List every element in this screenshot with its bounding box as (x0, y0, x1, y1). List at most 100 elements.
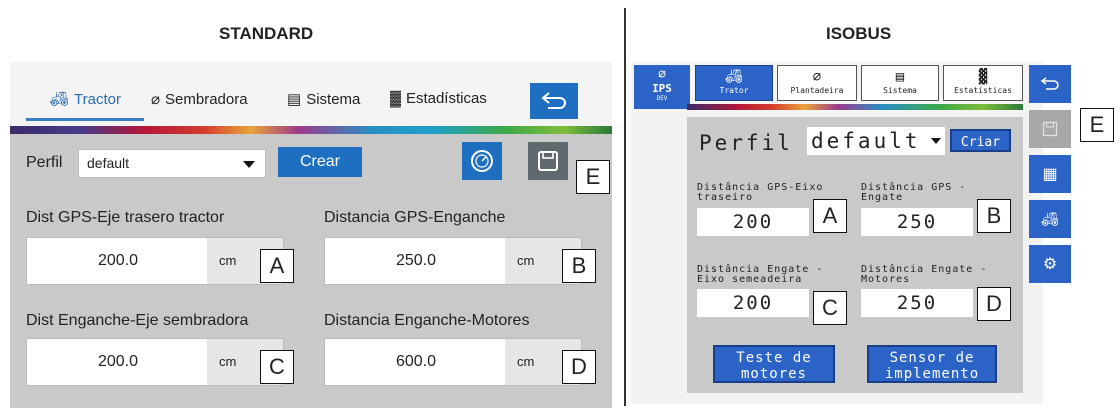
back-button[interactable] (1029, 65, 1071, 103)
button-line: Sensor de (889, 350, 975, 366)
tab-label: Sistema (306, 90, 361, 108)
teste-motores-button[interactable]: Teste de motores (713, 345, 835, 383)
perfil-value: default (811, 129, 921, 153)
gauge-icon (471, 150, 493, 172)
isobus-tab-bar: ⌀ IPS DEV 🚜︎ Trator ⌀ Plantadeira ▤ Sist… (631, 62, 1043, 112)
field-label-line: Motores (861, 274, 911, 285)
back-button[interactable] (530, 83, 578, 119)
tab-label: Sistema (883, 86, 917, 95)
tab-sembradora[interactable]: ⌀ Sembradora (151, 90, 248, 109)
color-stripe (687, 104, 1023, 110)
back-arrow-icon (1040, 77, 1059, 90)
callout-d: D (977, 287, 1011, 321)
iso-tab-sistema[interactable]: ▤ Sistema (861, 65, 939, 101)
perfil-label: Perfil (26, 154, 63, 171)
statistics-icon: ▓ (978, 69, 988, 85)
field-label-line: traseiro (697, 192, 754, 203)
distancia-gps-enganche-field[interactable]: 250.0 cm (324, 237, 582, 285)
perfil-select[interactable]: default (807, 127, 945, 155)
calculator-icon: ▦ (1042, 166, 1058, 183)
tab-estadisticas[interactable]: ▓ Estadísticas (390, 90, 487, 107)
sensor-implemento-button[interactable]: Sensor de implemento (867, 345, 997, 383)
save-button[interactable] (1029, 110, 1071, 148)
tab-label: Estatísticas (954, 86, 1012, 95)
perfil-label: Perfil (699, 131, 793, 155)
chevron-down-icon (931, 138, 941, 144)
standard-tab-bar: 🚜︎ Tractor ⌀ Sembradora ▤ Sistema ▓ Esta… (10, 62, 612, 126)
isobus-panel: ⌀ IPS DEV 🚜︎ Trator ⌀ Plantadeira ▤ Sist… (631, 62, 1071, 404)
section-divider (624, 8, 626, 406)
tab-tractor[interactable]: 🚜︎ Tractor (50, 90, 121, 109)
callout-d: D (562, 350, 596, 384)
chevron-down-icon (243, 161, 255, 168)
field-label: Dist Enganche-Eje sembradora (26, 312, 249, 329)
distancia-gps-engate-field[interactable]: 250 (861, 208, 973, 236)
tab-label: Plantadeira (790, 86, 844, 95)
tab-label: Trator (719, 86, 749, 95)
gauge-button[interactable] (462, 142, 502, 180)
field-label: Distancia Enganche-Motores (324, 312, 530, 329)
field-label: Distância Engate - Motores (861, 265, 987, 285)
iso-tab-plantadeira[interactable]: ⌀ Plantadeira (777, 65, 857, 101)
planter-icon: ⌀ (658, 67, 666, 82)
standard-form: Perfil default Crear E Dist GPS-Eje tras… (10, 134, 612, 408)
button-line: implemento (884, 366, 980, 382)
distancia-gps-eixo-field[interactable]: 200 (697, 208, 809, 236)
field-label: Distância GPS-Eixo traseiro (697, 183, 823, 203)
iso-tab-trator[interactable]: 🚜︎ Trator (695, 65, 773, 101)
save-icon (1042, 121, 1058, 137)
field-value: 200.0 (97, 353, 139, 370)
calculator-button[interactable]: ▦ (1029, 155, 1071, 193)
perfil-value: default (87, 155, 130, 171)
tab-label: Estadísticas (405, 90, 487, 107)
callout-b: B (977, 199, 1011, 233)
tab-label: Sembradora (165, 90, 248, 108)
dist-enganche-eje-field[interactable]: 200.0 cm (26, 338, 284, 386)
statistics-icon: ▓ (390, 90, 401, 107)
tab-label: Tractor (74, 90, 121, 108)
callout-a: A (813, 199, 847, 233)
callout-b: B (562, 249, 596, 283)
field-label: Distancia GPS-Enganche (324, 209, 506, 226)
callout-c: C (260, 350, 294, 384)
tab-sistema[interactable]: ▤ Sistema (287, 90, 361, 109)
field-value: 200.0 (97, 252, 139, 269)
crear-button[interactable]: Crear (278, 147, 362, 177)
field-label: Dist GPS-Eje trasero tractor (26, 209, 225, 226)
color-stripe (10, 126, 612, 134)
callout-a: A (260, 249, 294, 283)
tractor-icon: 🚜︎ (50, 91, 70, 108)
callout-e: E (576, 160, 610, 194)
distancia-engate-eixo-field[interactable]: 200 (697, 289, 809, 317)
save-icon (538, 151, 558, 171)
distancia-enganche-motores-field[interactable]: 600.0 cm (324, 338, 582, 386)
tractor-icon: 🚜︎ (1041, 210, 1059, 227)
field-value: 600.0 (395, 353, 437, 370)
settings-button[interactable]: ⚙ (1029, 245, 1071, 283)
perfil-select[interactable]: default (78, 149, 266, 178)
isobus-form: Perfil default Criar Distância GPS-Eixo … (687, 117, 1023, 393)
field-label-line: Eixo semeadeira (697, 274, 803, 285)
save-button[interactable] (528, 142, 568, 180)
iso-tab-estatisticas[interactable]: ▓ Estatísticas (943, 65, 1023, 101)
distancia-engate-motores-field[interactable]: 250 (861, 289, 973, 317)
callout-e: E (1080, 108, 1114, 142)
callout-c: C (813, 291, 847, 325)
field-value: 250.0 (395, 252, 437, 269)
tractor-icon: 🚜︎ (725, 69, 743, 85)
tractor-button[interactable]: 🚜︎ (1029, 200, 1071, 238)
field-label: Distância Engate - Eixo semeadeira (697, 265, 823, 285)
active-tab-indicator (26, 118, 144, 121)
field-label-line: Engate (861, 192, 904, 203)
standard-heading: STANDARD (219, 24, 314, 43)
criar-button[interactable]: Criar (950, 129, 1011, 152)
planter-icon: ⌀ (812, 69, 822, 85)
field-label: Distância GPS - Engate (861, 183, 966, 203)
ips-button[interactable]: ⌀ IPS DEV (634, 65, 690, 109)
gear-icon: ⚙ (1042, 256, 1058, 273)
ips-label: IPS (652, 82, 672, 95)
button-line: motores (740, 366, 807, 382)
planter-icon: ⌀ (151, 91, 161, 108)
dist-gps-eje-field[interactable]: 200.0 cm (26, 237, 284, 285)
standard-panel: 🚜︎ Tractor ⌀ Sembradora ▤ Sistema ▓ Esta… (10, 62, 612, 408)
